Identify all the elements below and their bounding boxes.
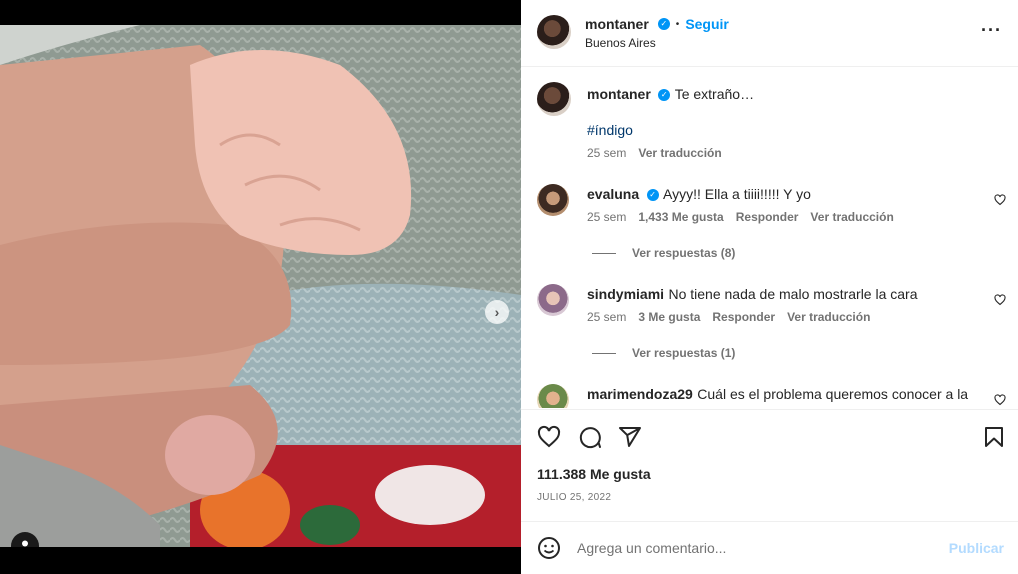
verified-badge-icon: ✓ [658, 88, 671, 101]
avatar[interactable] [537, 184, 569, 216]
comments-list: montaner ✓ Te extraño… #índigo 25 sem Ve… [521, 68, 1018, 408]
view-replies-button[interactable]: Ver respuestas (1) [592, 346, 735, 360]
comment-text: No tiene nada de malo mostrarle la cara [668, 286, 918, 302]
publish-button[interactable]: Publicar [949, 540, 1004, 556]
location[interactable]: Buenos Aires [585, 36, 656, 50]
carousel-next-button[interactable]: › [485, 300, 509, 324]
share-send-icon[interactable] [618, 425, 642, 449]
comment-username[interactable]: sindymiami [587, 286, 664, 302]
comment-icon[interactable] [578, 425, 602, 449]
post-photo: › [0, 25, 521, 547]
avatar[interactable] [537, 82, 571, 116]
post-media: › [0, 0, 521, 574]
post-date[interactable]: JULIO 25, 2022 [537, 492, 611, 503]
avatar[interactable] [537, 284, 569, 316]
comment-likes[interactable]: 3 Me gusta [638, 310, 700, 324]
caption-text: Te extraño… [674, 86, 755, 102]
see-translation-link[interactable]: Ver traducción [638, 146, 721, 160]
reply-button[interactable]: Responder [736, 210, 799, 224]
verified-badge-icon: ✓ [646, 188, 659, 201]
avatar[interactable] [537, 15, 571, 49]
view-replies-label: Ver respuestas (1) [632, 346, 736, 360]
comment-time[interactable]: 25 sem [587, 210, 626, 224]
user-icon [22, 540, 28, 547]
see-translation-link[interactable]: Ver traducción [787, 310, 870, 324]
separator: • [675, 18, 680, 30]
comment-likes[interactable]: 1,433 Me gusta [638, 210, 723, 224]
hashtag-link[interactable]: #índigo [587, 122, 633, 138]
like-comment-heart-icon[interactable] [994, 394, 1006, 406]
like-heart-icon[interactable] [537, 425, 561, 449]
comment-time[interactable]: 25 sem [587, 310, 626, 324]
comment-input[interactable]: Agrega un comentario... [577, 540, 726, 556]
save-bookmark-icon[interactable] [982, 425, 1006, 449]
comment-text: Cuál es el problema queremos conocer a l… [697, 386, 969, 402]
comment-text: Ayyy!! Ella a tiiii!!!!! Y yo [663, 186, 811, 202]
verified-badge-icon: ✓ [657, 18, 670, 30]
emoji-icon[interactable] [537, 536, 561, 560]
view-replies-button[interactable]: Ver respuestas (8) [592, 246, 735, 260]
caption-time[interactable]: 25 sem [587, 146, 626, 160]
follow-button[interactable]: Seguir [685, 16, 729, 32]
like-comment-heart-icon[interactable] [994, 194, 1006, 206]
like-count[interactable]: 111.388 Me gusta [537, 466, 651, 482]
comment-composer: Agrega un comentario... Publicar [521, 521, 1018, 574]
view-replies-label: Ver respuestas (8) [632, 246, 736, 260]
more-horizontal-icon[interactable]: ··· [981, 21, 1002, 39]
post-actions: 111.388 Me gusta JULIO 25, 2022 [521, 409, 1018, 521]
caption-username[interactable]: montaner [587, 86, 651, 102]
like-comment-heart-icon[interactable] [994, 294, 1006, 306]
reply-button[interactable]: Responder [712, 310, 775, 324]
avatar[interactable] [537, 384, 569, 408]
comment-username[interactable]: marimendoza29 [587, 386, 693, 402]
post-header: montaner ✓ • Seguir Buenos Aires ··· [521, 0, 1018, 67]
author-username[interactable]: montaner [585, 16, 649, 32]
replies-divider [592, 252, 616, 254]
see-translation-link[interactable]: Ver traducción [810, 210, 893, 224]
comment-username[interactable]: evaluna [587, 186, 639, 202]
replies-divider [592, 352, 616, 354]
post-sidebar: montaner ✓ • Seguir Buenos Aires ··· mon… [521, 0, 1018, 574]
